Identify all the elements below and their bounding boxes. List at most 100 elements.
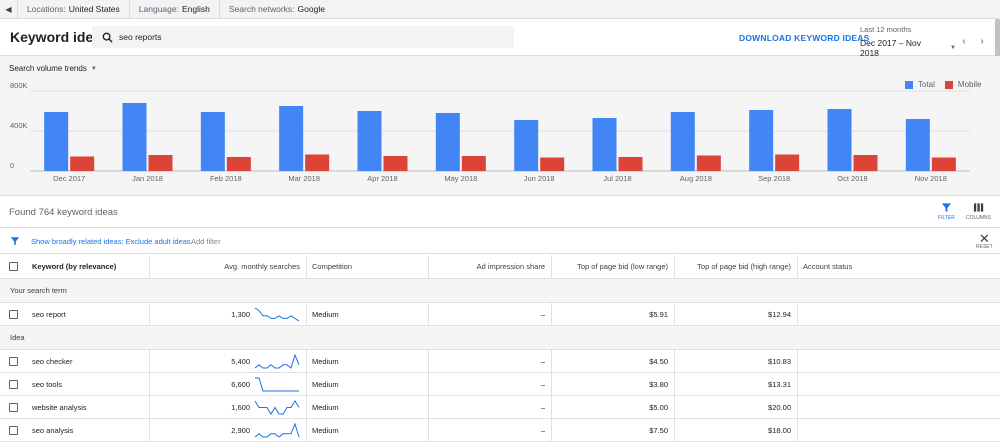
download-keyword-ideas-button[interactable]: DOWNLOAD KEYWORD IDEAS [739, 33, 869, 43]
trend-sparkline [254, 400, 300, 415]
next-period-icon[interactable]: › [973, 36, 991, 47]
bar-mobile-1[interactable] [148, 155, 173, 171]
bar-total-5[interactable] [435, 113, 460, 171]
avg-searches-value: 5,400 [231, 356, 250, 366]
avg-searches-cell: 6,600 [150, 373, 307, 395]
high-bid-cell: $10.83 [675, 350, 798, 372]
row-checkbox[interactable] [8, 379, 18, 389]
columns-icon [973, 203, 984, 212]
column-header-keyword[interactable]: Keyword (by relevance) [26, 255, 150, 278]
bar-mobile-8[interactable] [696, 155, 721, 172]
search-query[interactable]: seo reports [119, 32, 162, 42]
collapse-arrow-icon[interactable]: ◀ [0, 0, 18, 19]
avg-searches-value: 2,900 [231, 425, 250, 435]
applied-filters-bar: Show broadly related ideas; Exclude adul… [0, 228, 1000, 254]
date-range-label: Last 12 months [860, 25, 912, 34]
account-status-cell [798, 303, 1000, 325]
group-label: Your search term [10, 286, 67, 295]
bar-mobile-6[interactable] [540, 157, 565, 172]
bar-total-7[interactable] [592, 118, 617, 171]
bar-total-2[interactable] [200, 112, 225, 171]
column-header-high-bid[interactable]: Top of page bid (high range) [675, 255, 798, 278]
keyword-table: Keyword (by relevance) Avg. monthly sear… [0, 255, 1000, 442]
row-checkbox[interactable] [8, 309, 18, 319]
bar-total-9[interactable] [749, 110, 774, 171]
locations-chip[interactable]: Locations: United States [18, 0, 130, 19]
x-tick-label: Mar 2018 [288, 174, 320, 183]
table-row[interactable]: seo analysis 2,900 Medium – $7.50 $18.00 [0, 419, 1000, 442]
column-header-competition[interactable]: Competition [307, 255, 429, 278]
add-filter-button[interactable]: Add filter [191, 237, 221, 246]
language-label: Language: [138, 4, 179, 14]
competition-cell: Medium [307, 419, 429, 441]
table-row[interactable]: seo report 1,300 Medium – $5.91 $12.94 [0, 303, 1000, 326]
bar-mobile-10[interactable] [853, 155, 878, 171]
high-bid-cell: $13.31 [675, 373, 798, 395]
y-tick-label: 400K [10, 121, 28, 130]
date-range-selector[interactable]: Last 12 months Dec 2017 – Nov 2018 ▼ [860, 25, 956, 58]
previous-period-icon[interactable]: ‹ [955, 36, 973, 47]
filter-button[interactable]: FILTER [938, 202, 955, 221]
locations-label: Locations: [27, 4, 66, 14]
columns-button[interactable]: COLUMNS [966, 202, 991, 221]
low-bid-cell: $4.50 [552, 350, 675, 372]
bar-total-4[interactable] [357, 111, 382, 171]
keyword-search-input[interactable]: seo reports [92, 26, 514, 48]
low-bid-cell: $7.50 [552, 419, 675, 441]
table-row[interactable]: seo tools 6,600 Medium – $3.80 $13.31 [0, 373, 1000, 396]
trend-sparkline [254, 307, 300, 322]
high-bid-cell: $18.00 [675, 419, 798, 441]
bar-total-11[interactable] [905, 119, 930, 171]
bar-total-0[interactable] [44, 112, 69, 171]
column-header-avg-searches[interactable]: Avg. monthly searches [150, 255, 307, 278]
bar-total-3[interactable] [279, 106, 304, 171]
column-header-impression-share[interactable]: Ad impression share [429, 255, 552, 278]
x-tick-label: Sep 2018 [758, 174, 790, 183]
bar-mobile-2[interactable] [226, 157, 251, 171]
reset-button-label: RESET [976, 244, 993, 250]
select-all-checkbox[interactable] [8, 262, 18, 271]
x-tick-label: Jan 2018 [132, 174, 163, 183]
avg-searches-cell: 1,300 [150, 303, 307, 325]
table-row[interactable]: website analysis 1,600 Medium – $5.00 $2… [0, 396, 1000, 419]
bar-mobile-7[interactable] [618, 157, 643, 171]
bar-mobile-0[interactable] [70, 156, 95, 172]
y-tick-label: 0 [10, 161, 14, 170]
column-header-account-status[interactable]: Account status [798, 255, 1000, 278]
row-checkbox[interactable] [8, 402, 18, 412]
impression-share-cell: – [429, 373, 552, 395]
bar-total-8[interactable] [670, 112, 695, 171]
locations-value: United States [68, 4, 120, 14]
group-label: Idea [10, 333, 25, 342]
keyword-cell: seo analysis [26, 419, 150, 441]
row-checkbox[interactable] [8, 425, 18, 435]
language-value: English [181, 4, 210, 14]
low-bid-cell: $3.80 [552, 373, 675, 395]
row-checkbox[interactable] [8, 356, 18, 366]
avg-searches-cell: 5,400 [150, 350, 307, 372]
column-header-low-bid[interactable]: Top of page bid (low range) [552, 255, 675, 278]
table-row[interactable]: seo checker 5,400 Medium – $4.50 $10.83 [0, 350, 1000, 373]
bar-mobile-4[interactable] [383, 156, 408, 171]
networks-chip[interactable]: Search networks: Google [220, 0, 334, 19]
bar-mobile-3[interactable] [305, 154, 330, 172]
bar-total-6[interactable] [514, 120, 539, 171]
date-range-value: Dec 2017 – Nov 2018 [860, 38, 921, 58]
results-summary-bar: Found 764 keyword ideas FILTER COLUMNS [0, 196, 1000, 228]
bar-mobile-5[interactable] [461, 156, 486, 171]
close-icon: ✕ [978, 231, 990, 246]
bar-mobile-11[interactable] [931, 157, 956, 172]
applied-filters-link[interactable]: Show broadly related ideas; Exclude adul… [31, 237, 191, 246]
group-header-idea: Idea [0, 326, 1000, 350]
avg-searches-cell: 2,900 [150, 419, 307, 441]
bar-total-1[interactable] [122, 103, 147, 171]
trend-sparkline [254, 422, 300, 438]
competition-cell: Medium [307, 373, 429, 395]
keyword-cell: seo checker [26, 350, 150, 372]
avg-searches-value: 1,600 [231, 402, 250, 412]
bar-total-10[interactable] [827, 109, 852, 171]
reset-button[interactable]: ✕ RESET [976, 231, 993, 250]
language-chip[interactable]: Language: English [130, 0, 220, 19]
filter-button-label: FILTER [938, 215, 955, 221]
bar-mobile-9[interactable] [775, 154, 800, 172]
